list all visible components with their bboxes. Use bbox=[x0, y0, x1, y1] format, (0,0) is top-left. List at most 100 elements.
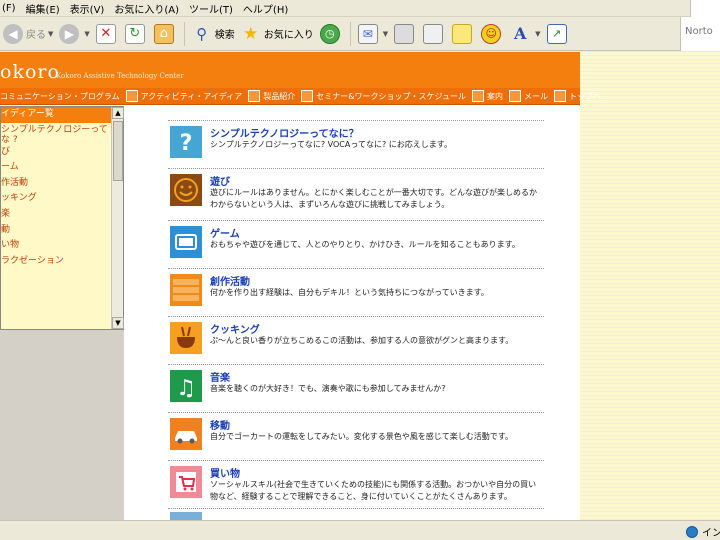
site-logo[interactable]: okoro bbox=[0, 61, 60, 83]
activity-item: クッキング ぷ～んと良い香りが立ちこめるこの活動は、参加する人の意欲がグンと高ま… bbox=[168, 316, 544, 362]
font-size-button[interactable]: A ▼ bbox=[507, 20, 543, 48]
activity-idea-list[interactable]: イディアー覧 シンプルテクノロジーってな ? び ーム 作活動 ッキング 楽 動… bbox=[0, 106, 124, 330]
nav-mail[interactable]: メール bbox=[508, 90, 548, 102]
list-item-music[interactable]: 楽 bbox=[1, 207, 111, 223]
next-activity-icon[interactable] bbox=[170, 512, 202, 520]
chart-window-icon: ↗ bbox=[546, 23, 567, 44]
refresh-button[interactable]: ↻ bbox=[122, 20, 151, 48]
refresh-icon: ↻ bbox=[124, 23, 145, 44]
nav-guide[interactable]: 案内 bbox=[471, 90, 503, 102]
list-item-game[interactable]: ーム bbox=[1, 160, 111, 176]
history-icon: ◷ bbox=[319, 23, 340, 44]
list-item-travel[interactable]: 動 bbox=[1, 223, 111, 239]
forward-dropdown-icon[interactable]: ▼ bbox=[84, 30, 89, 38]
back-button[interactable]: ◀ 戻る ▼ bbox=[0, 20, 56, 48]
activity-title-cooking[interactable]: クッキング bbox=[210, 321, 260, 336]
activity-desc: ぷ～んと良い香りが立ちこめるこの活動は、参加する人の意欲がグンと高まります。 bbox=[210, 336, 514, 345]
research-button[interactable]: ↗ bbox=[544, 20, 573, 48]
scroll-thumb[interactable] bbox=[113, 121, 123, 181]
messenger-button[interactable]: ☺ bbox=[478, 20, 507, 48]
stop-button[interactable]: ✕ bbox=[93, 20, 122, 48]
list-item-relaxation[interactable]: ラクゼーション bbox=[1, 254, 111, 270]
edit-button[interactable] bbox=[420, 20, 449, 48]
pot-icon[interactable] bbox=[170, 322, 202, 354]
edit-page-icon bbox=[423, 23, 444, 44]
list-scrollbar[interactable]: ▲ ▼ bbox=[111, 107, 124, 329]
note-icon bbox=[452, 23, 473, 44]
nav-products[interactable]: 製品紹介 bbox=[248, 90, 295, 102]
back-arrow-icon: ◀ bbox=[3, 23, 23, 44]
activity-title-shopping[interactable]: 買い物 bbox=[210, 465, 240, 480]
activity-title-creative[interactable]: 創作活動 bbox=[210, 273, 250, 288]
mail-button[interactable]: ✉ ▼ bbox=[355, 20, 391, 48]
font-size-icon: A bbox=[513, 23, 527, 43]
list-item-simple-technology[interactable]: シンプルテクノロジーってな ? bbox=[1, 123, 111, 145]
activity-desc: おもちゃや遊びを通じて、人とのやりとり、かけひき、ルールを知ることもあります。 bbox=[210, 240, 520, 249]
activity-desc: 音楽を聴くのが大好き！でも、演奏や歌にも参加してみませんか? bbox=[210, 384, 446, 393]
activity-item: 買い物 ソーシャルスキル(社会で生きていくための技能)にも関係する活動。おつかい… bbox=[168, 460, 544, 520]
cart-icon[interactable] bbox=[170, 466, 202, 498]
home-button[interactable]: ⌂ bbox=[151, 20, 180, 48]
activity-title-simple-tech[interactable]: シンプルテクノロジーってなに？ bbox=[210, 125, 359, 140]
nav-seminar-schedule[interactable]: セミナー&ワークショップ・スケジュール bbox=[301, 90, 466, 102]
menu-view[interactable]: 表示(V) bbox=[68, 1, 113, 16]
activity-title-game[interactable]: ゲーム bbox=[210, 225, 240, 240]
print-button[interactable] bbox=[391, 20, 420, 48]
menu-file[interactable]: (F) bbox=[0, 3, 24, 14]
scroll-up-icon[interactable]: ▲ bbox=[112, 107, 124, 119]
activity-desc: シンプルテクノロジーってなに? VOCAってなに? にお応えします。 bbox=[210, 140, 452, 149]
forward-button[interactable]: ▶ ▼ bbox=[56, 20, 92, 48]
menu-favorites[interactable]: お気に入り(A) bbox=[112, 1, 187, 16]
toolbar-separator bbox=[349, 21, 351, 46]
page-viewport: okoro Kokoro Assistive Technology Center… bbox=[0, 52, 720, 520]
smiley-icon[interactable] bbox=[170, 174, 202, 206]
nav-products-label: 製品紹介 bbox=[263, 91, 296, 101]
list-item-shopping[interactable]: い物 bbox=[1, 238, 111, 254]
menu-tools[interactable]: ツール(T) bbox=[187, 1, 241, 16]
favorites-button[interactable]: ★ お気に入り bbox=[238, 20, 317, 48]
list-item-idea-index[interactable]: イディアー覧 bbox=[1, 107, 111, 123]
zone-label: イン bbox=[702, 528, 720, 539]
home-box-icon bbox=[553, 90, 566, 102]
document-icon bbox=[301, 90, 314, 102]
question-icon[interactable]: ? bbox=[170, 126, 202, 158]
car-icon[interactable] bbox=[170, 418, 202, 450]
creation-icon[interactable] bbox=[170, 274, 202, 306]
mail-dropdown-icon[interactable]: ▼ bbox=[383, 30, 388, 38]
nav-top[interactable]: トップへ bbox=[553, 90, 601, 102]
menu-help[interactable]: ヘルプ(H) bbox=[241, 1, 296, 16]
activity-item: ♫ 音楽 音楽を聴くのが大好き！でも、演奏や歌にも参加してみませんか? bbox=[168, 364, 544, 410]
nav-mail-label: メール bbox=[523, 91, 548, 101]
nav-seminar-label: セミナー&ワークショップ・スケジュール bbox=[316, 91, 466, 101]
site-banner: okoro Kokoro Assistive Technology Center bbox=[0, 52, 580, 88]
list-items-container: イディアー覧 シンプルテクノロジーってな ? び ーム 作活動 ッキング 楽 動… bbox=[1, 107, 111, 329]
search-icon: ⚲ bbox=[196, 24, 208, 43]
nav-communication-program[interactable]: コミュニケーション・プログラム bbox=[0, 91, 120, 102]
search-button[interactable]: ⚲ 検索 bbox=[189, 20, 238, 48]
list-item-play[interactable]: び bbox=[1, 145, 111, 161]
security-zone[interactable]: イン bbox=[686, 524, 720, 539]
activity-title-play[interactable]: 遊び bbox=[210, 173, 230, 188]
music-note-icon[interactable]: ♫ bbox=[170, 370, 202, 402]
site-subtitle: Kokoro Assistive Technology Center bbox=[56, 72, 184, 80]
nav-activity-idea[interactable]: アクティビティ・アイディア bbox=[125, 90, 242, 102]
back-dropdown-icon[interactable]: ▼ bbox=[48, 30, 53, 38]
globe-icon bbox=[686, 525, 698, 538]
activity-item: ゲーム おもちゃや遊びを通じて、人とのやりとり、かけひき、ルールを知ることもあり… bbox=[168, 220, 544, 266]
activity-desc: 遊びにルールはありません。とにかく楽しむことが一番大切です。どんな遊びが楽しめる… bbox=[210, 188, 537, 209]
menu-edit[interactable]: 編集(E) bbox=[24, 1, 68, 16]
font-size-dropdown-icon[interactable]: ▼ bbox=[535, 30, 540, 38]
activity-desc: 自分でゴーカートの運転をしてみたい。変化する景色や風を感じて楽しむ活動です。 bbox=[210, 432, 513, 441]
activity-title-travel[interactable]: 移動 bbox=[210, 417, 230, 432]
activity-title-music[interactable]: 音楽 bbox=[210, 369, 230, 384]
activity-book-icon bbox=[125, 90, 138, 102]
discuss-button[interactable] bbox=[449, 20, 478, 48]
norton-toolbar-label[interactable]: Norto bbox=[680, 17, 720, 51]
list-item-cooking[interactable]: ッキング bbox=[1, 191, 111, 207]
star-box-icon bbox=[248, 90, 261, 102]
scroll-down-icon[interactable]: ▼ bbox=[112, 317, 124, 329]
history-button[interactable]: ◷ bbox=[317, 20, 346, 48]
tv-icon[interactable] bbox=[170, 226, 202, 258]
list-item-creative[interactable]: 作活動 bbox=[1, 176, 111, 192]
site-navigation: コミュニケーション・プログラム アクティビティ・アイディア 製品紹介 セミナー&… bbox=[0, 88, 601, 105]
